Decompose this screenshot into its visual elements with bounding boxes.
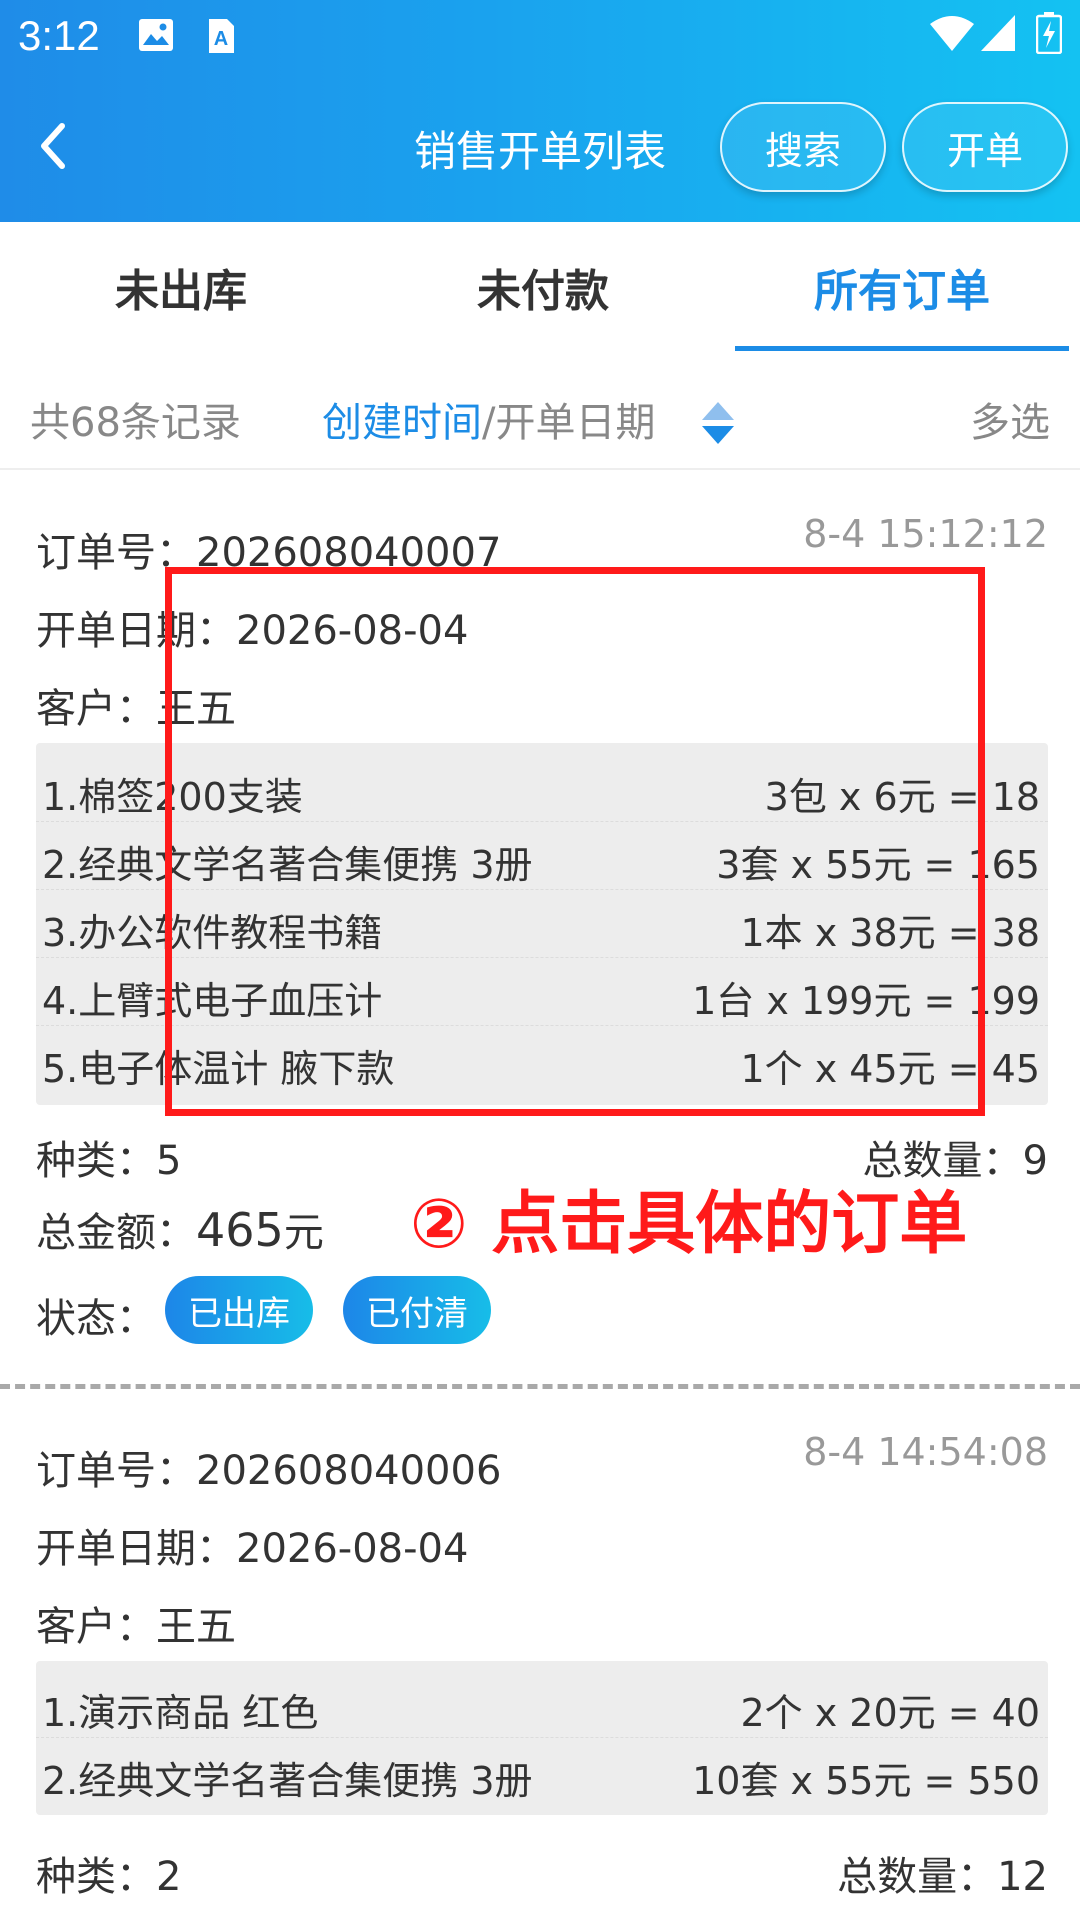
sort-separator: /	[482, 400, 496, 446]
sort-create-time[interactable]: 创建时间	[322, 400, 482, 446]
sort-selector[interactable]: 创建时间/开单日期	[322, 390, 655, 448]
app-header: 3:12 A 销售开单列表 搜索 开单	[0, 0, 1080, 222]
order-customer: 客户：王五	[36, 1604, 236, 1650]
item-name: 2.经典文学名著合集便携 3册	[42, 1759, 533, 1803]
tab-active-indicator	[735, 346, 1069, 351]
annotation-highlight-box	[165, 567, 985, 1116]
order-number: 订单号：202608040006	[36, 1448, 502, 1494]
svg-text:A: A	[214, 28, 228, 50]
list-item: 1.演示商品 红色 2个 x 20元 = 40	[36, 1670, 1048, 1738]
status-time: 3:12	[18, 12, 100, 59]
search-button[interactable]: 搜索	[720, 102, 886, 192]
create-order-button[interactable]: 开单	[902, 102, 1068, 192]
back-button[interactable]	[30, 116, 76, 176]
order-kinds: 种类：5	[36, 1138, 182, 1184]
filter-bar: 共68条记录 创建时间/开单日期 多选	[0, 370, 1080, 470]
order-date: 开单日期：2026-08-04	[36, 1526, 469, 1572]
item-subtotal: 10套 x 55元 = 550	[692, 1759, 1040, 1803]
amount-value: 465	[196, 1203, 284, 1257]
order-total-quantity: 总数量：12	[837, 1854, 1048, 1900]
list-item: 2.经典文学名著合集便携 3册 10套 x 55元 = 550	[36, 1738, 1048, 1806]
order-time: 8-4 15:12:12	[803, 512, 1048, 556]
tab-unpaid[interactable]: 未付款	[362, 222, 724, 352]
annotation-text: ② 点击具体的订单	[410, 1185, 968, 1264]
order-time: 8-4 14:54:08	[803, 1430, 1048, 1474]
sort-arrows-icon[interactable]	[700, 400, 736, 446]
order-amount: 总金额：465元	[36, 1200, 324, 1258]
chevron-left-icon	[41, 123, 65, 169]
sort-order-date[interactable]: 开单日期	[495, 400, 655, 446]
signal-icon	[980, 14, 1016, 52]
order-kinds: 种类：2	[36, 1854, 182, 1900]
status-badge-shipped: 已出库	[165, 1276, 313, 1344]
order-divider	[0, 1384, 1080, 1389]
order-card[interactable]: 订单号：202608040006 8-4 14:54:08 开单日期：2026-…	[0, 1418, 1080, 1920]
page-title: 销售开单列表	[413, 127, 666, 176]
tab-all-orders[interactable]: 所有订单	[724, 222, 1080, 352]
multi-select-button[interactable]: 多选	[970, 390, 1050, 448]
record-count: 共68条记录	[30, 400, 241, 446]
tab-not-shipped[interactable]: 未出库	[0, 222, 362, 352]
amount-label: 总金额：	[36, 1210, 196, 1256]
battery-icon	[1036, 12, 1062, 54]
status-badge-paid: 已付清	[343, 1276, 491, 1344]
item-subtotal: 2个 x 20元 = 40	[740, 1691, 1040, 1735]
tab-bar: 未出库 未付款 所有订单	[0, 222, 1080, 352]
a-icon: A	[205, 18, 235, 54]
amount-unit: 元	[283, 1210, 324, 1256]
wifi-icon	[930, 14, 974, 52]
item-name: 1.演示商品 红色	[42, 1691, 319, 1735]
status-label: 状态：	[36, 1296, 156, 1342]
image-icon	[138, 18, 174, 52]
item-list: 1.演示商品 红色 2个 x 20元 = 40 2.经典文学名著合集便携 3册 …	[36, 1661, 1048, 1815]
